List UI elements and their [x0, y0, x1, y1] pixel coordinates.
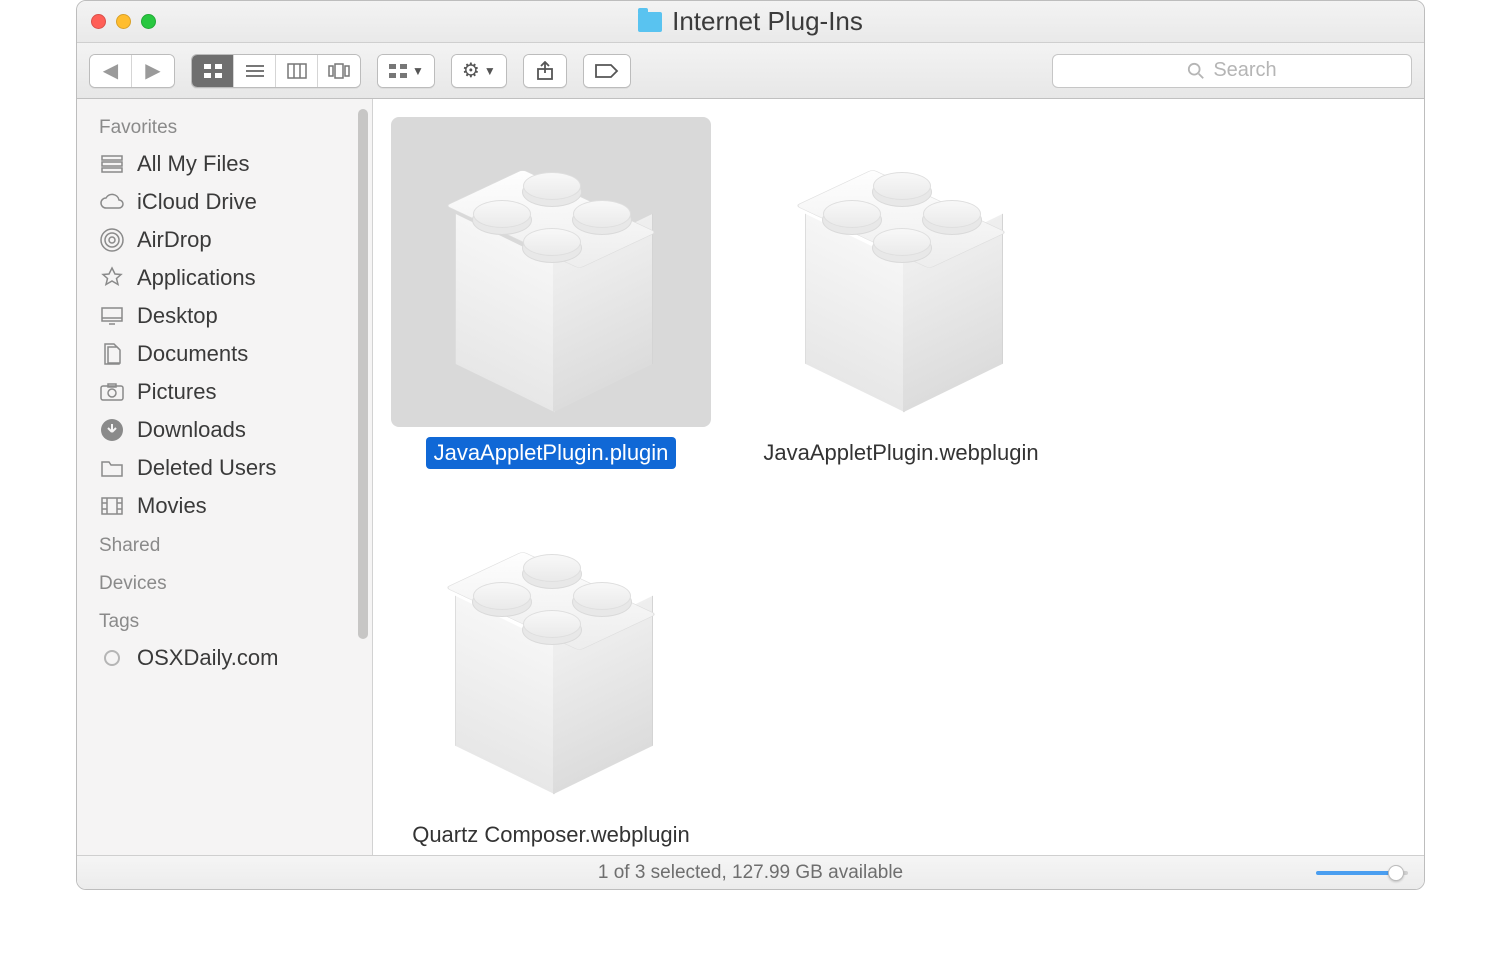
chevron-down-icon: ▼	[484, 64, 496, 78]
window-title-text: Internet Plug-Ins	[672, 6, 863, 37]
file-name[interactable]: JavaAppletPlugin.webplugin	[755, 437, 1046, 469]
file-icon-container	[741, 117, 1061, 427]
action-button-group: ⚙ ▼	[451, 54, 507, 88]
airdrop-icon	[99, 227, 125, 253]
sidebar-item-label: iCloud Drive	[137, 189, 257, 215]
sidebar-item-label: Downloads	[137, 417, 246, 443]
file-icon-container	[391, 499, 711, 809]
search-placeholder: Search	[1213, 59, 1276, 82]
movies-icon	[99, 493, 125, 519]
icloud-icon	[99, 189, 125, 215]
column-view-button[interactable]	[276, 55, 318, 87]
window-body: Favorites All My Files iCloud Drive AirD…	[77, 99, 1424, 855]
plugin-icon	[421, 142, 681, 402]
documents-icon	[99, 341, 125, 367]
sidebar-item-label: All My Files	[137, 151, 249, 177]
section-favorites: Favorites	[83, 107, 372, 145]
sidebar-item-deleted-users[interactable]: Deleted Users	[83, 449, 372, 487]
sidebar-scrollbar[interactable]	[358, 109, 368, 639]
file-item[interactable]: JavaAppletPlugin.webplugin	[741, 117, 1061, 469]
icon-size-slider[interactable]	[1316, 871, 1408, 875]
sidebar-item-desktop[interactable]: Desktop	[83, 297, 372, 335]
sidebar-item-label: AirDrop	[137, 227, 212, 253]
file-name[interactable]: JavaAppletPlugin.plugin	[426, 437, 677, 469]
folder-icon	[99, 455, 125, 481]
finder-window: Internet Plug-Ins ◀ ▶ ▼	[76, 0, 1425, 890]
section-tags: Tags	[83, 601, 372, 639]
tags-button[interactable]	[584, 55, 630, 87]
sidebar-item-movies[interactable]: Movies	[83, 487, 372, 525]
nav-buttons: ◀ ▶	[89, 54, 175, 88]
sidebar-item-airdrop[interactable]: AirDrop	[83, 221, 372, 259]
share-button[interactable]	[524, 55, 566, 87]
view-buttons	[191, 54, 361, 88]
sidebar-tag-item[interactable]: OSXDaily.com	[83, 639, 372, 677]
icon-view-button[interactable]	[192, 55, 234, 87]
section-devices: Devices	[83, 563, 372, 601]
tags-button-group	[583, 54, 631, 88]
folder-icon	[638, 12, 662, 32]
window-controls	[77, 14, 156, 29]
sidebar-item-label: Pictures	[137, 379, 216, 405]
chevron-down-icon: ▼	[412, 64, 424, 78]
search-icon	[1187, 62, 1205, 80]
toolbar: ◀ ▶ ▼ ⚙ ▼	[77, 43, 1424, 99]
minimize-window-button[interactable]	[116, 14, 131, 29]
coverflow-view-button[interactable]	[318, 55, 360, 87]
search-field[interactable]: Search	[1052, 54, 1412, 88]
file-item[interactable]: Quartz Composer.webplugin	[391, 499, 711, 851]
sidebar-item-label: OSXDaily.com	[137, 645, 278, 671]
sidebar-item-all-my-files[interactable]: All My Files	[83, 145, 372, 183]
action-button[interactable]: ⚙ ▼	[452, 55, 506, 87]
list-view-button[interactable]	[234, 55, 276, 87]
all-my-files-icon	[99, 151, 125, 177]
file-grid[interactable]: JavaAppletPlugin.plugin JavaAppletPlugin…	[373, 99, 1424, 855]
sidebar-item-pictures[interactable]: Pictures	[83, 373, 372, 411]
sidebar-item-applications[interactable]: Applications	[83, 259, 372, 297]
back-button[interactable]: ◀	[90, 55, 132, 87]
applications-icon	[99, 265, 125, 291]
sidebar-item-label: Deleted Users	[137, 455, 276, 481]
arrange-button[interactable]: ▼	[378, 55, 434, 87]
status-text: 1 of 3 selected, 127.99 GB available	[598, 862, 903, 884]
sidebar-item-label: Movies	[137, 493, 207, 519]
desktop-icon	[99, 303, 125, 329]
close-window-button[interactable]	[91, 14, 106, 29]
titlebar: Internet Plug-Ins	[77, 1, 1424, 43]
file-item[interactable]: JavaAppletPlugin.plugin	[391, 117, 711, 469]
sidebar-item-label: Desktop	[137, 303, 218, 329]
gear-icon: ⚙	[462, 58, 480, 83]
tag-circle-icon	[99, 645, 125, 671]
plugin-icon	[421, 524, 681, 784]
status-bar: 1 of 3 selected, 127.99 GB available	[77, 855, 1424, 889]
share-button-group	[523, 54, 567, 88]
arrange-button-group: ▼	[377, 54, 435, 88]
zoom-window-button[interactable]	[141, 14, 156, 29]
forward-button[interactable]: ▶	[132, 55, 174, 87]
file-name[interactable]: Quartz Composer.webplugin	[404, 819, 698, 851]
pictures-icon	[99, 379, 125, 405]
file-icon-container	[391, 117, 711, 427]
plugin-icon	[771, 142, 1031, 402]
sidebar: Favorites All My Files iCloud Drive AirD…	[77, 99, 373, 855]
section-shared: Shared	[83, 525, 372, 563]
window-title: Internet Plug-Ins	[77, 6, 1424, 37]
sidebar-item-label: Documents	[137, 341, 248, 367]
sidebar-item-downloads[interactable]: Downloads	[83, 411, 372, 449]
sidebar-item-label: Applications	[137, 265, 256, 291]
sidebar-item-icloud-drive[interactable]: iCloud Drive	[83, 183, 372, 221]
downloads-icon	[99, 417, 125, 443]
sidebar-item-documents[interactable]: Documents	[83, 335, 372, 373]
